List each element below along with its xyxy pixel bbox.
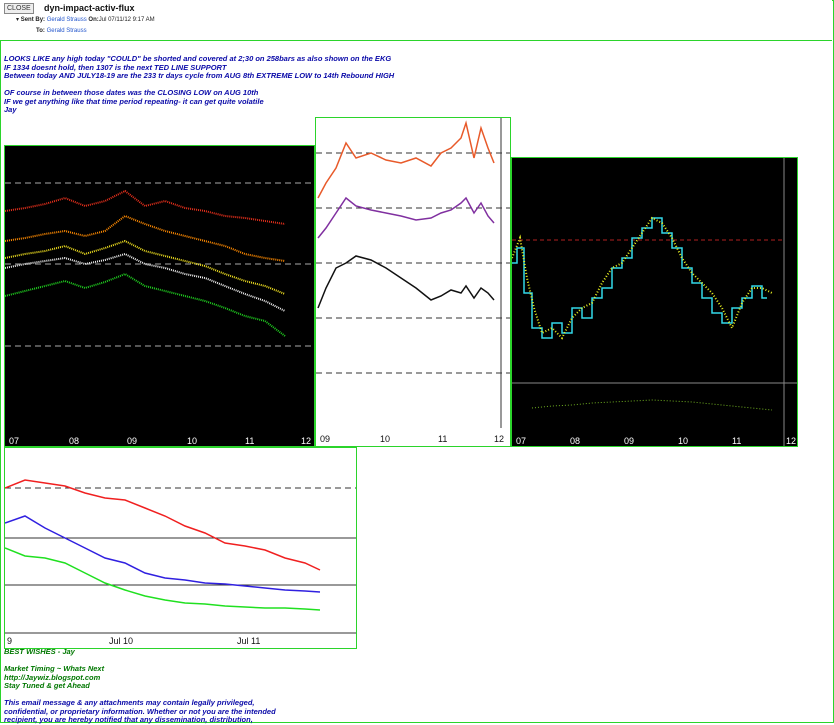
chart-middle: 09 10 11 12 xyxy=(315,117,511,447)
left-axis-label-1: 07 xyxy=(9,436,20,446)
left-series-orange xyxy=(5,214,286,262)
middle-axis-label-4: 12 xyxy=(494,434,505,444)
middle-series-purple xyxy=(317,196,495,239)
sent-date: Jul 07/11/12 9:17 AM xyxy=(98,17,155,23)
right-axis-label-2: 08 xyxy=(570,436,581,446)
message-line-6: Jay xyxy=(4,105,17,114)
bottom-axis-label-3: Jul 11 xyxy=(237,636,261,646)
left-axis-label-6: 12 xyxy=(301,436,312,446)
right-subpanel-series xyxy=(531,399,773,411)
middle-axis-label-2: 10 xyxy=(380,434,391,444)
chart-bottom: 9 Jul 10 Jul 11 xyxy=(4,447,357,649)
middle-axis-label-1: 09 xyxy=(320,434,331,444)
close-button[interactable]: CLOSE xyxy=(4,3,34,14)
expand-arrow-icon[interactable]: ▾ xyxy=(16,17,19,23)
left-axis-label-2: 08 xyxy=(69,436,80,446)
on-label: On: xyxy=(88,17,99,23)
left-axis-label-3: 09 xyxy=(127,436,138,446)
right-axis-label-6: 12 xyxy=(786,436,797,446)
left-series-green xyxy=(5,272,286,337)
chart-left-plot xyxy=(5,182,314,347)
bottom-axis-label-1: 9 xyxy=(7,636,13,646)
bottom-axis-label-2: Jul 10 xyxy=(109,636,134,646)
middle-axis-label-3: 11 xyxy=(438,434,448,444)
chart-right-plot xyxy=(512,158,797,446)
to-label: To: xyxy=(36,28,45,34)
chart-left: 07 08 09 10 11 12 xyxy=(4,145,315,447)
right-axis-label-1: 07 xyxy=(516,436,527,446)
bottom-series-blue xyxy=(5,515,321,593)
email-header: CLOSE dyn-impact-activ-flux ▾ Sent By: G… xyxy=(0,0,832,41)
right-series-cyan xyxy=(512,217,767,339)
footer-line-3: Stay Tuned & get Ahead xyxy=(4,681,90,690)
sender-link[interactable]: Gerald Strauss xyxy=(47,17,87,23)
chart-right: 07 08 09 10 11 12 xyxy=(511,157,798,447)
message-line-3: Between today AND JULY18-19 are the 233 … xyxy=(4,71,395,80)
middle-series-red xyxy=(317,120,495,199)
signature-block: BEST WISHES - Jay Market Timing ~ Whats … xyxy=(4,647,104,691)
bottom-series-green xyxy=(5,547,321,611)
best-wishes: BEST WISHES - Jay xyxy=(4,647,75,656)
right-axis-label-3: 09 xyxy=(624,436,635,446)
chart-middle-plot xyxy=(316,118,510,428)
message-line-5: IF we get anything like that time period… xyxy=(4,96,264,106)
disclaimer: This email message & any attachments may… xyxy=(4,698,276,725)
left-axis-label-4: 10 xyxy=(187,436,198,446)
right-axis-label-5: 11 xyxy=(732,436,742,446)
left-series-white xyxy=(5,252,286,312)
sent-by-row: ▾ Sent By: Gerald Strauss On:Jul 07/11/1… xyxy=(16,16,155,23)
chart-bottom-plot xyxy=(5,479,356,634)
subject-title: dyn-impact-activ-flux xyxy=(44,3,135,13)
bottom-series-red xyxy=(5,479,321,571)
middle-series-black xyxy=(317,255,495,309)
recipient-link[interactable]: Gerald Strauss xyxy=(47,28,87,34)
message-body: LOOKS LIKE any high today "COULD" be sho… xyxy=(4,54,395,115)
to-row: To: Gerald Strauss xyxy=(36,28,87,34)
right-axis-label-4: 10 xyxy=(678,436,689,446)
left-axis-label-5: 11 xyxy=(245,436,255,446)
left-series-red xyxy=(5,189,286,225)
sent-by-label: Sent By: xyxy=(20,17,46,23)
